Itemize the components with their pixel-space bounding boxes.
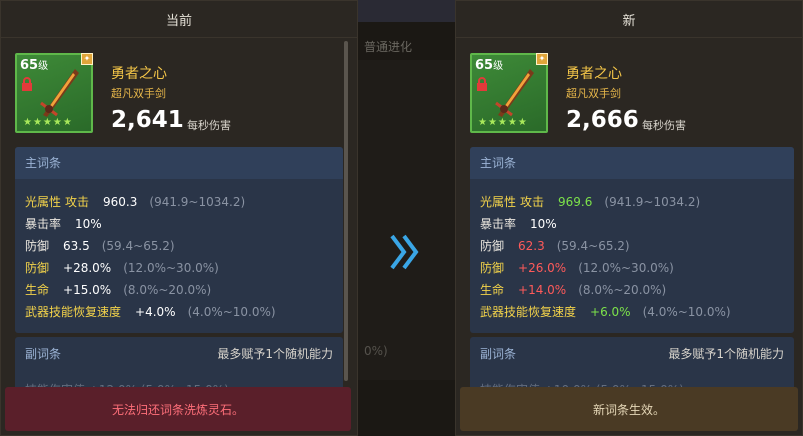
main-stats-title: 主词条: [15, 147, 343, 179]
background-strip: [358, 0, 455, 22]
stat-row: 武器技能恢复速度 +4.0% (4.0%~10.0%): [25, 305, 276, 319]
stat-row: 生命 +14.0% (8.0%~20.0%): [480, 283, 667, 297]
new-stats-applied-button[interactable]: 新词条生效。: [460, 387, 798, 431]
cannot-return-notice[interactable]: 无法归还词条洗炼灵石。: [5, 387, 351, 431]
stat-row: 暴击率 10%: [480, 217, 557, 231]
main-stats-title: 主词条: [470, 147, 794, 179]
stat-row: 防御 +28.0% (12.0%~30.0%): [25, 261, 219, 275]
stat-row: 生命 +15.0% (8.0%~20.0%): [25, 283, 212, 297]
stat-row: 防御 +26.0% (12.0%~30.0%): [480, 261, 674, 275]
dps-value: 2,666: [566, 107, 639, 133]
stat-row: 防御 62.3 (59.4~65.2): [480, 239, 630, 253]
item-summary: 65级 ✦ ★★★★★ 勇者之心 超凡双手剑 2,666 每秒伤害: [470, 53, 800, 135]
sub-stats-note: 最多赋予1个随机能力: [668, 347, 784, 361]
current-item-panel: 当前 65级 ✦ ★★★★★ 勇者之心 超凡双手剑 2,641 每秒伤害 主词条…: [0, 0, 358, 436]
item-icon[interactable]: 65级 ✦ ★★★★★: [15, 53, 93, 133]
stat-row: 武器技能恢复速度 +6.0% (4.0%~10.0%): [480, 305, 731, 319]
background-label: 普通进化: [364, 40, 413, 54]
background-value: 0%): [364, 344, 388, 358]
item-icon[interactable]: 65级 ✦ ★★★★★: [470, 53, 548, 133]
stat-row: 防御 63.5 (59.4~65.2): [25, 239, 175, 253]
greatsword-icon: [40, 69, 79, 117]
dps-label: 每秒伤害: [642, 119, 686, 132]
lock-icon: [22, 77, 32, 91]
scrollbar[interactable]: [344, 41, 348, 381]
panel-title: 新: [456, 1, 802, 38]
rarity-stars-icon: ★★★★★: [23, 117, 73, 128]
main-stats-box: 主词条 光属性 攻击 969.6 (941.9~1034.2) 暴击率 10% 防御 62…: [470, 147, 794, 333]
lock-icon: [477, 77, 487, 91]
new-item-panel: 新 65级 ✦ ★★★★★ 勇者之心 超凡双手剑 2,666 每秒伤害 主词条 …: [455, 0, 803, 436]
dps-label: 每秒伤害: [187, 119, 231, 132]
item-name: 勇者之心: [566, 66, 622, 82]
item-type: 超凡双手剑: [111, 87, 166, 100]
middle-divider: 普通进化 0%): [358, 0, 455, 436]
sub-stats-note: 最多赋予1个随机能力: [217, 347, 333, 361]
greatsword-icon: [495, 69, 534, 117]
dps-value: 2,641: [111, 107, 184, 133]
rarity-stars-icon: ★★★★★: [478, 117, 528, 128]
panel-title: 当前: [1, 1, 357, 38]
stat-row: 光属性 攻击 960.3 (941.9~1034.2): [25, 195, 246, 209]
sub-stats-title: 副词条: [480, 347, 517, 361]
stat-row: 光属性 攻击 969.6 (941.9~1034.2): [480, 195, 701, 209]
stat-row: 暴击率 10%: [25, 217, 102, 231]
item-summary: 65级 ✦ ★★★★★ 勇者之心 超凡双手剑 2,641 每秒伤害: [15, 53, 345, 135]
main-stats-box: 主词条 光属性 攻击 960.3 (941.9~1034.2) 暴击率 10% 防御 63…: [15, 147, 343, 333]
double-chevron-right-icon: [390, 234, 419, 270]
sub-stats-title: 副词条: [25, 347, 62, 361]
item-type: 超凡双手剑: [566, 87, 621, 100]
item-name: 勇者之心: [111, 66, 167, 82]
background-band: [358, 60, 455, 380]
